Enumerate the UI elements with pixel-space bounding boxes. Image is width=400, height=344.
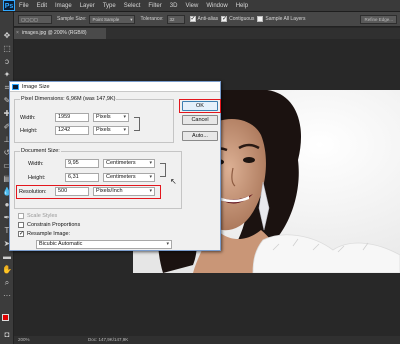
tolerance-input[interactable]: 32 [166, 14, 185, 24]
magic-wand-tool-icon[interactable]: ✦ [2, 69, 12, 80]
doc-height-label: Height: [28, 175, 46, 181]
resample-method-select[interactable]: Bicubic Automatic ▾ [36, 240, 172, 249]
ok-button[interactable]: OK [182, 101, 218, 111]
move-tool-icon[interactable]: ✥ [2, 30, 12, 41]
foreground-color-swatch[interactable] [2, 314, 9, 321]
pixel-width-label: Width: [20, 115, 36, 121]
document-tab[interactable]: × images.jpg @ 200% (RGB/8) [14, 28, 106, 39]
close-tab-icon[interactable]: × [16, 28, 19, 39]
pixel-dimensions-label: Pixel Dimensions: 6,96M (was 147,9K) [20, 96, 117, 103]
pixel-link-icon [134, 117, 140, 131]
doc-height-input[interactable]: 6,31 [65, 173, 99, 182]
chevron-down-icon: ▾ [149, 160, 152, 166]
sample-all-layers-label: Sample All Layers [265, 16, 306, 22]
sample-size-label: Sample Size: [57, 16, 87, 22]
contiguous-checkbox[interactable] [221, 15, 227, 22]
contiguous-label: Contiguous [229, 16, 255, 22]
menu-help[interactable]: Help [232, 3, 252, 9]
antialias-checkbox[interactable] [189, 15, 196, 22]
doc-width-unit-select[interactable]: Centimeters ▾ [103, 159, 155, 168]
photoshop-app-icon [12, 84, 19, 90]
hand-tool-icon[interactable]: ✋ [2, 264, 12, 275]
pixel-width-unit-select[interactable]: Pixels ▾ [93, 113, 129, 122]
tolerance-label: Tolerance: [140, 16, 164, 22]
scale-styles-checkbox[interactable] [18, 213, 24, 219]
zoom-tool-icon[interactable]: ⌕ [2, 277, 12, 288]
auto-button[interactable]: Auto... [182, 131, 218, 141]
resample-image-option: Resample Image: [18, 230, 71, 237]
doc-size-info: Doc: 147,9K/147,9K [88, 337, 129, 342]
menu-type[interactable]: Type [99, 3, 120, 9]
scale-styles-label: Scale Styles [27, 213, 58, 219]
constrain-proportions-option: Constrain Proportions [18, 222, 80, 228]
menu-edit[interactable]: Edit [33, 3, 51, 9]
scale-styles-option: Scale Styles [18, 213, 57, 219]
menu-bar: Ps File Edit Image Layer Type Select Fil… [0, 0, 400, 12]
doc-width-input[interactable]: 9,95 [65, 159, 99, 168]
pixel-height-unit-select[interactable]: Pixels ▾ [93, 126, 129, 135]
resolution-unit-select[interactable]: Pixels/Inch ▾ [93, 187, 155, 196]
resample-image-label: Resample Image: [27, 231, 71, 237]
refine-edge-button[interactable]: Refine Edge... [360, 15, 397, 24]
resolution-input[interactable]: 500 [55, 187, 89, 196]
doc-width-label: Width: [28, 161, 44, 167]
tool-preset-dropdown[interactable]: ▢▢▢▢ [18, 14, 52, 24]
zoom-level[interactable]: 200% [18, 336, 30, 344]
resolution-label: Resolution: [19, 189, 47, 195]
photoshop-logo: Ps [3, 0, 15, 11]
pixel-width-input[interactable]: 1959 [55, 113, 89, 122]
lasso-tool-icon[interactable]: ↄ [2, 56, 12, 67]
menu-image[interactable]: Image [51, 3, 76, 9]
cancel-button[interactable]: Cancel [182, 115, 218, 125]
status-bar: 200% Doc: 147,9K/147,9K [14, 336, 400, 344]
menu-layer[interactable]: Layer [76, 3, 99, 9]
menu-view[interactable]: View [181, 3, 202, 9]
constrain-proportions-checkbox[interactable] [18, 222, 24, 228]
chevron-down-icon: ▾ [123, 114, 126, 120]
menu-filter[interactable]: Filter [144, 3, 165, 9]
constrain-proportions-label: Constrain Proportions [27, 222, 81, 228]
image-size-dialog: Image Size Pixel Dimensions: 6,96M (was … [9, 81, 221, 251]
pixel-height-input[interactable]: 1242 [55, 126, 89, 135]
chevron-down-icon: ▾ [149, 188, 152, 194]
menu-file[interactable]: File [15, 3, 33, 9]
chevron-down-icon: ▾ [149, 174, 152, 180]
menu-select[interactable]: Select [120, 3, 145, 9]
sample-all-layers-checkbox[interactable] [257, 16, 264, 22]
chevron-down-icon: ▾ [166, 241, 169, 247]
menu-window[interactable]: Window [202, 3, 231, 9]
marquee-tool-icon[interactable]: ⬚ [2, 43, 12, 54]
pixel-height-label: Height: [20, 128, 38, 134]
quick-mask-icon[interactable]: ◘ [2, 329, 12, 340]
chevron-down-icon: ▾ [123, 127, 126, 133]
options-bar: ✦ ▢▢▢▢ Sample Size: Point Sample▾ Tolera… [0, 12, 400, 27]
document-size-label: Document Size: [20, 148, 61, 155]
antialias-label: Anti-alias [197, 16, 219, 22]
menu-3d[interactable]: 3D [166, 3, 182, 9]
doc-height-unit-select[interactable]: Centimeters ▾ [103, 173, 155, 182]
cursor-icon: ↖ [170, 177, 177, 186]
resample-image-checkbox[interactable] [18, 230, 24, 237]
sample-size-dropdown[interactable]: Point Sample ▾ [89, 14, 136, 24]
dialog-title: Image Size [22, 84, 50, 90]
shape-tool-icon[interactable]: ▬ [2, 251, 12, 262]
more-tools-icon[interactable]: ··· [2, 290, 12, 301]
doc-link-icon [160, 163, 166, 177]
dialog-title-bar[interactable]: Image Size [10, 82, 220, 92]
document-tab-bar: × images.jpg @ 200% (RGB/8) [14, 28, 400, 39]
document-tab-title: images.jpg @ 200% (RGB/8) [22, 30, 87, 36]
